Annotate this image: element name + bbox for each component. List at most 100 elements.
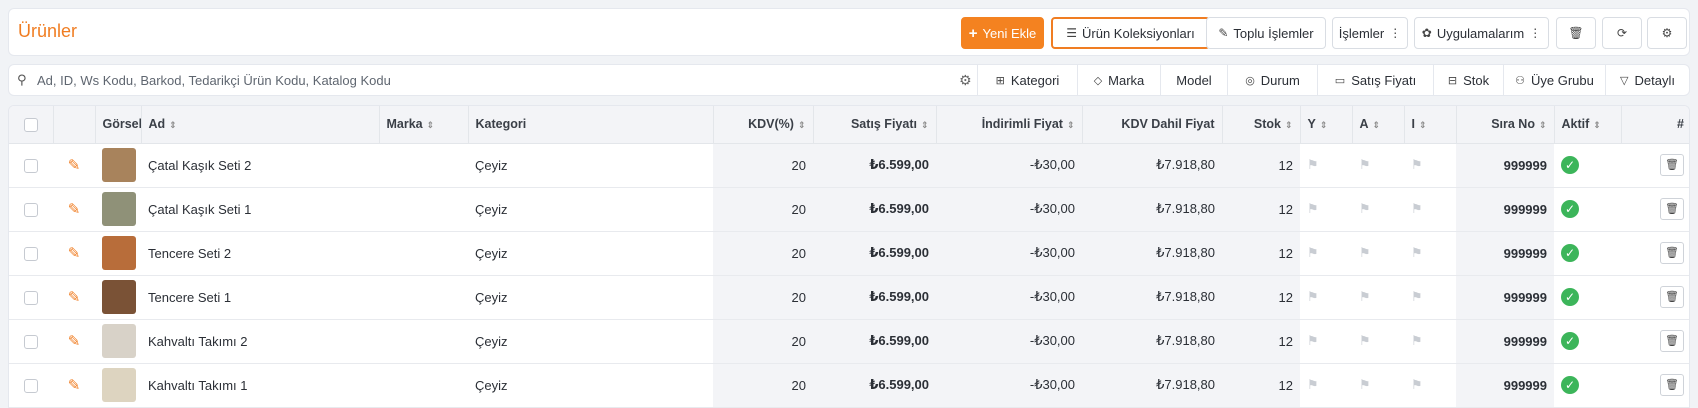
my-apps-button[interactable]: ✿ Uygulamalarım ⋮ xyxy=(1414,17,1549,49)
active-check-icon[interactable]: ✓ xyxy=(1561,200,1579,218)
product-thumbnail[interactable] xyxy=(102,192,136,226)
active-check-icon[interactable]: ✓ xyxy=(1561,332,1579,350)
row-checkbox[interactable] xyxy=(24,202,38,217)
filter-model[interactable]: Model xyxy=(1160,65,1227,95)
col-i[interactable]: I ⇕ xyxy=(1404,106,1457,144)
col-price[interactable]: Satış Fiyatı ⇕ xyxy=(813,106,937,144)
product-vat-price: ₺7.918,80 xyxy=(1082,275,1222,320)
col-a[interactable]: A ⇕ xyxy=(1352,106,1405,144)
filter-detailed[interactable]: ▽ Detaylı xyxy=(1605,65,1689,95)
flag-icon[interactable]: ⚑ xyxy=(1359,289,1371,304)
active-check-icon[interactable]: ✓ xyxy=(1561,244,1579,262)
product-collections-button[interactable]: ☰ Ürün Koleksiyonları xyxy=(1051,17,1210,49)
filter-category[interactable]: ⊞ Kategori xyxy=(977,65,1077,95)
col-brand[interactable]: Marka ⇕ xyxy=(379,106,469,144)
actions-cell: 🗑 xyxy=(1621,143,1689,188)
flag-icon[interactable]: ⚑ xyxy=(1411,289,1423,304)
product-name[interactable]: Kahvaltı Takımı 1 xyxy=(141,363,379,408)
search-settings-icon[interactable]: ⚙ xyxy=(959,72,972,89)
col-active-label: Aktif xyxy=(1561,117,1590,132)
flag-icon[interactable]: ⚑ xyxy=(1359,157,1371,172)
filter-member-group[interactable]: ⚇ Üye Grubu xyxy=(1503,65,1605,95)
product-thumbnail[interactable] xyxy=(102,324,136,358)
edit-icon[interactable]: ✎ xyxy=(68,201,81,218)
delete-button[interactable]: 🗑 xyxy=(1556,17,1596,49)
flag-icon[interactable]: ⚑ xyxy=(1307,377,1319,392)
filter-status[interactable]: ◎ Durum xyxy=(1227,65,1317,95)
flag-icon[interactable]: ⚑ xyxy=(1411,157,1423,172)
active-check-icon[interactable]: ✓ xyxy=(1561,156,1579,174)
product-vat-price: ₺7.918,80 xyxy=(1082,319,1222,364)
col-active[interactable]: Aktif ⇕ xyxy=(1554,106,1622,144)
edit-icon[interactable]: ✎ xyxy=(68,157,81,174)
product-thumbnail[interactable] xyxy=(102,280,136,314)
product-discount: -₺30,00 xyxy=(936,363,1082,408)
flag-icon[interactable]: ⚑ xyxy=(1307,157,1319,172)
row-checkbox[interactable] xyxy=(24,378,38,393)
row-checkbox[interactable] xyxy=(24,246,38,261)
col-vat[interactable]: KDV(%) ⇕ xyxy=(713,106,814,144)
y-cell: ⚑ xyxy=(1300,275,1352,320)
product-thumbnail[interactable] xyxy=(102,236,136,270)
flag-icon[interactable]: ⚑ xyxy=(1411,377,1423,392)
col-order[interactable]: Sıra No ⇕ xyxy=(1456,106,1555,144)
product-thumbnail[interactable] xyxy=(102,148,136,182)
flag-icon[interactable]: ⚑ xyxy=(1411,245,1423,260)
search-input[interactable] xyxy=(37,69,937,91)
add-new-label: Yeni Ekle xyxy=(982,25,1037,41)
product-stock: 12 xyxy=(1222,275,1300,320)
row-checkbox[interactable] xyxy=(24,334,38,349)
bulk-actions-button[interactable]: ✎ Toplu İşlemler xyxy=(1206,17,1326,49)
product-name[interactable]: Çatal Kaşık Seti 1 xyxy=(141,187,379,232)
product-name[interactable]: Tencere Seti 2 xyxy=(141,231,379,276)
edit-icon[interactable]: ✎ xyxy=(68,377,81,394)
row-delete-button[interactable]: 🗑 xyxy=(1660,154,1684,176)
col-name[interactable]: Ad ⇕ xyxy=(141,106,380,144)
product-name[interactable]: Kahvaltı Takımı 2 xyxy=(141,319,379,364)
actions-cell: 🗑 xyxy=(1621,319,1689,364)
row-checkbox[interactable] xyxy=(24,158,38,173)
refresh-button[interactable]: ⟳ xyxy=(1602,17,1642,49)
row-delete-button[interactable]: 🗑 xyxy=(1660,242,1684,264)
more-vertical-icon: ⋮ xyxy=(1529,26,1542,40)
filter-stock[interactable]: ⊟ Stok xyxy=(1433,65,1503,95)
flag-icon[interactable]: ⚑ xyxy=(1307,201,1319,216)
product-vat: 20 xyxy=(713,231,813,276)
active-check-icon[interactable]: ✓ xyxy=(1561,376,1579,394)
edit-icon[interactable]: ✎ xyxy=(68,245,81,262)
flag-icon[interactable]: ⚑ xyxy=(1359,333,1371,348)
filter-brand[interactable]: ◇ Marka xyxy=(1077,65,1160,95)
product-name[interactable]: Çatal Kaşık Seti 2 xyxy=(141,143,379,188)
add-new-button[interactable]: + Yeni Ekle xyxy=(961,17,1044,49)
flag-icon[interactable]: ⚑ xyxy=(1307,245,1319,260)
product-brand xyxy=(379,231,468,276)
filter-sale-price[interactable]: ▭ Satış Fiyatı xyxy=(1317,65,1433,95)
product-thumbnail[interactable] xyxy=(102,368,136,402)
flag-icon[interactable]: ⚑ xyxy=(1411,201,1423,216)
product-price: ₺6.599,00 xyxy=(813,363,936,408)
flag-icon[interactable]: ⚑ xyxy=(1307,289,1319,304)
edit-icon[interactable]: ✎ xyxy=(68,289,81,306)
edit-icon[interactable]: ✎ xyxy=(68,333,81,350)
active-cell: ✓ xyxy=(1554,143,1621,188)
flag-icon[interactable]: ⚑ xyxy=(1307,333,1319,348)
product-name[interactable]: Tencere Seti 1 xyxy=(141,275,379,320)
flag-icon[interactable]: ⚑ xyxy=(1359,245,1371,260)
row-delete-button[interactable]: 🗑 xyxy=(1660,286,1684,308)
flag-icon[interactable]: ⚑ xyxy=(1359,377,1371,392)
settings-button[interactable]: ⚙ xyxy=(1647,17,1687,49)
image-cell xyxy=(95,187,141,232)
row-delete-button[interactable]: 🗑 xyxy=(1660,330,1684,352)
filter-stock-label: Stok xyxy=(1463,72,1490,88)
flag-icon[interactable]: ⚑ xyxy=(1411,333,1423,348)
col-stock[interactable]: Stok ⇕ xyxy=(1222,106,1301,144)
col-discount[interactable]: İndirimli Fiyat ⇕ xyxy=(936,106,1083,144)
row-delete-button[interactable]: 🗑 xyxy=(1660,198,1684,220)
actions-button[interactable]: İşlemler ⋮ xyxy=(1332,17,1408,49)
flag-icon[interactable]: ⚑ xyxy=(1359,201,1371,216)
active-check-icon[interactable]: ✓ xyxy=(1561,288,1579,306)
row-checkbox[interactable] xyxy=(24,290,38,305)
select-all-checkbox[interactable] xyxy=(23,117,38,132)
row-delete-button[interactable]: 🗑 xyxy=(1660,374,1684,396)
col-y[interactable]: Y ⇕ xyxy=(1300,106,1353,144)
